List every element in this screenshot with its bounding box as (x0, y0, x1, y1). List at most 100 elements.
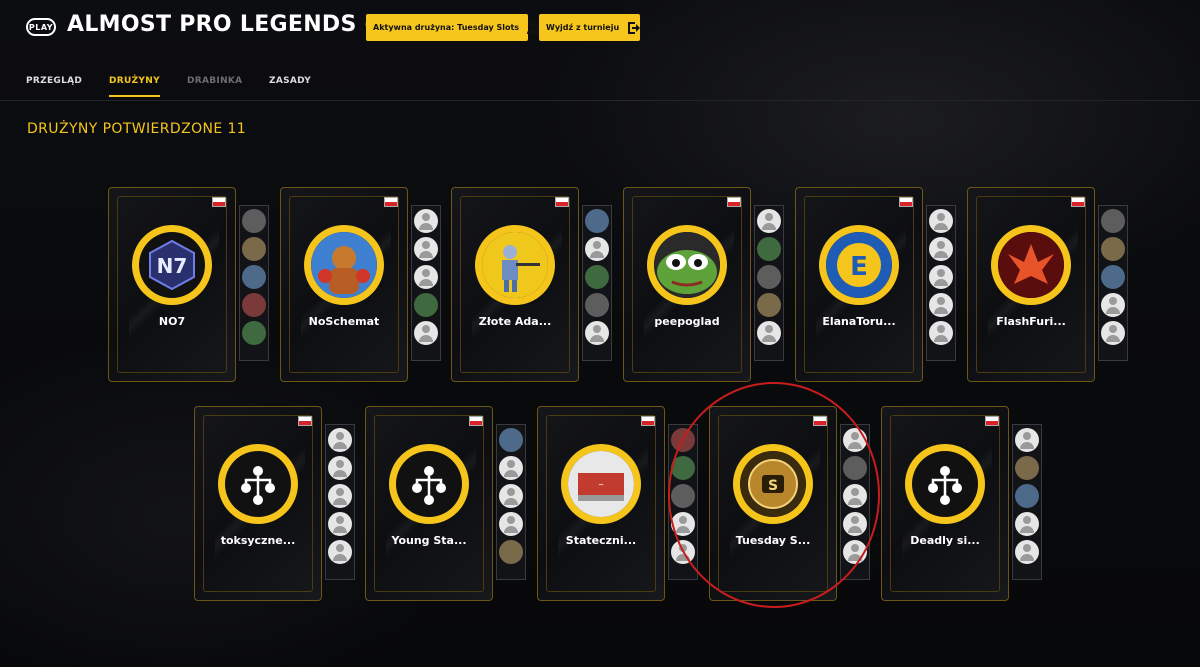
elana-logo-icon: E (826, 232, 892, 298)
team-card[interactable]: N7 NO7 (108, 187, 269, 382)
empty-slot-icon (414, 237, 438, 261)
empty-slot-icon (499, 456, 523, 480)
team-name: ElanaToru... (822, 315, 896, 328)
network-placeholder-icon (225, 451, 291, 517)
player-avatar[interactable] (242, 237, 266, 261)
empty-slot-icon (929, 209, 953, 233)
tab-overview[interactable]: PRZEGLĄD (26, 76, 82, 95)
leave-tournament-button[interactable]: Wyjdź z turnieju (539, 14, 641, 41)
player-slots (411, 205, 441, 361)
player-avatar[interactable] (671, 484, 695, 508)
team-logo (991, 225, 1071, 305)
empty-slot-icon (843, 428, 867, 452)
team-card[interactable]: Złote Ada... (451, 187, 612, 382)
player-avatar[interactable] (242, 209, 266, 233)
player-slots (840, 424, 870, 580)
empty-slot-icon (929, 293, 953, 317)
poland-flag-icon (727, 197, 741, 207)
empty-slot-icon (414, 209, 438, 233)
team-logo (218, 444, 298, 524)
player-avatar[interactable] (585, 209, 609, 233)
player-slots (1012, 424, 1042, 580)
empty-slot-icon (757, 321, 781, 345)
tab-bracket[interactable]: DRABINKA (187, 76, 242, 95)
empty-slot-icon (328, 540, 352, 564)
empty-slot-icon (1101, 321, 1125, 345)
player-avatar[interactable] (757, 265, 781, 289)
team-logo: N7 (132, 225, 212, 305)
team-name: toksyczne... (220, 534, 296, 547)
empty-slot-icon (929, 237, 953, 261)
team-card[interactable]: Deadly si... (881, 406, 1042, 601)
section-title: DRUŻYNY POTWIERDZONE 11 (27, 121, 247, 137)
network-placeholder-icon (396, 451, 462, 517)
svg-text:S: S (768, 478, 778, 494)
svg-text:N7: N7 (157, 254, 188, 278)
team-name: FlashFuri... (996, 315, 1066, 328)
player-avatar[interactable] (242, 321, 266, 345)
svg-text:E: E (850, 252, 868, 282)
player-avatar[interactable] (1015, 456, 1039, 480)
poland-flag-icon (641, 416, 655, 426)
team-name: Tuesday S... (735, 534, 811, 547)
empty-slot-icon (843, 512, 867, 536)
player-slots (1098, 205, 1128, 361)
team-name: NO7 (158, 315, 186, 328)
play-logo[interactable]: PLAY (26, 18, 56, 36)
poland-flag-icon (813, 416, 827, 426)
network-placeholder-icon (912, 451, 978, 517)
empty-slot-icon (585, 237, 609, 261)
page-title: ALMOST PRO LEGENDS - Q1 (67, 12, 417, 37)
player-avatar[interactable] (1101, 209, 1125, 233)
active-team-button[interactable]: Aktywna drużyna: Tuesday Slots (366, 14, 544, 41)
empty-slot-icon (499, 512, 523, 536)
player-avatar[interactable] (757, 237, 781, 261)
ship-logo-icon: ~ (568, 451, 634, 517)
active-team-label: Aktywna drużyna: Tuesday Slots (373, 23, 520, 32)
tab-rules[interactable]: ZASADY (269, 76, 311, 95)
player-avatar[interactable] (242, 293, 266, 317)
player-avatar[interactable] (671, 456, 695, 480)
player-avatar[interactable] (1101, 265, 1125, 289)
empty-slot-icon (1015, 540, 1039, 564)
empty-slot-icon (328, 512, 352, 536)
player-slots (926, 205, 956, 361)
player-avatar[interactable] (585, 293, 609, 317)
player-avatar[interactable] (499, 540, 523, 564)
team-logo (905, 444, 985, 524)
player-avatar[interactable] (1101, 237, 1125, 261)
player-avatar[interactable] (499, 428, 523, 452)
player-avatar[interactable] (585, 265, 609, 289)
empty-slot-icon (929, 321, 953, 345)
empty-slot-icon (757, 209, 781, 233)
team-card[interactable]: NoSchemat (280, 187, 441, 382)
team-card[interactable]: FlashFuri... (967, 187, 1128, 382)
team-card[interactable]: toksyczne... (194, 406, 355, 601)
team-name: Deadly si... (910, 534, 980, 547)
team-name: peepoglad (654, 315, 720, 328)
phoenix-logo-icon (998, 232, 1064, 298)
poland-flag-icon (212, 197, 226, 207)
team-card[interactable]: E ElanaToru... (795, 187, 956, 382)
player-slots (582, 205, 612, 361)
team-logo: E (819, 225, 899, 305)
player-avatar[interactable] (414, 293, 438, 317)
player-avatar[interactable] (242, 265, 266, 289)
tab-teams[interactable]: DRUŻYNY (109, 76, 160, 97)
empty-slot-icon (328, 456, 352, 480)
team-logo: ~ (561, 444, 641, 524)
team-name: Young Sta... (391, 534, 467, 547)
team-card[interactable]: Young Sta... (365, 406, 526, 601)
player-avatar[interactable] (1015, 484, 1039, 508)
tuesday-slots-logo-icon: S (740, 451, 806, 517)
team-name: NoSchemat (308, 315, 380, 328)
poland-flag-icon (298, 416, 312, 426)
player-avatar[interactable] (757, 293, 781, 317)
empty-slot-icon (328, 428, 352, 452)
team-card[interactable]: peepoglad (623, 187, 784, 382)
team-card[interactable]: ~ Stateczni... (537, 406, 698, 601)
player-avatar[interactable] (671, 428, 695, 452)
player-avatar[interactable] (843, 456, 867, 480)
team-card[interactable]: S Tuesday S... (709, 406, 870, 601)
team-logo (304, 225, 384, 305)
